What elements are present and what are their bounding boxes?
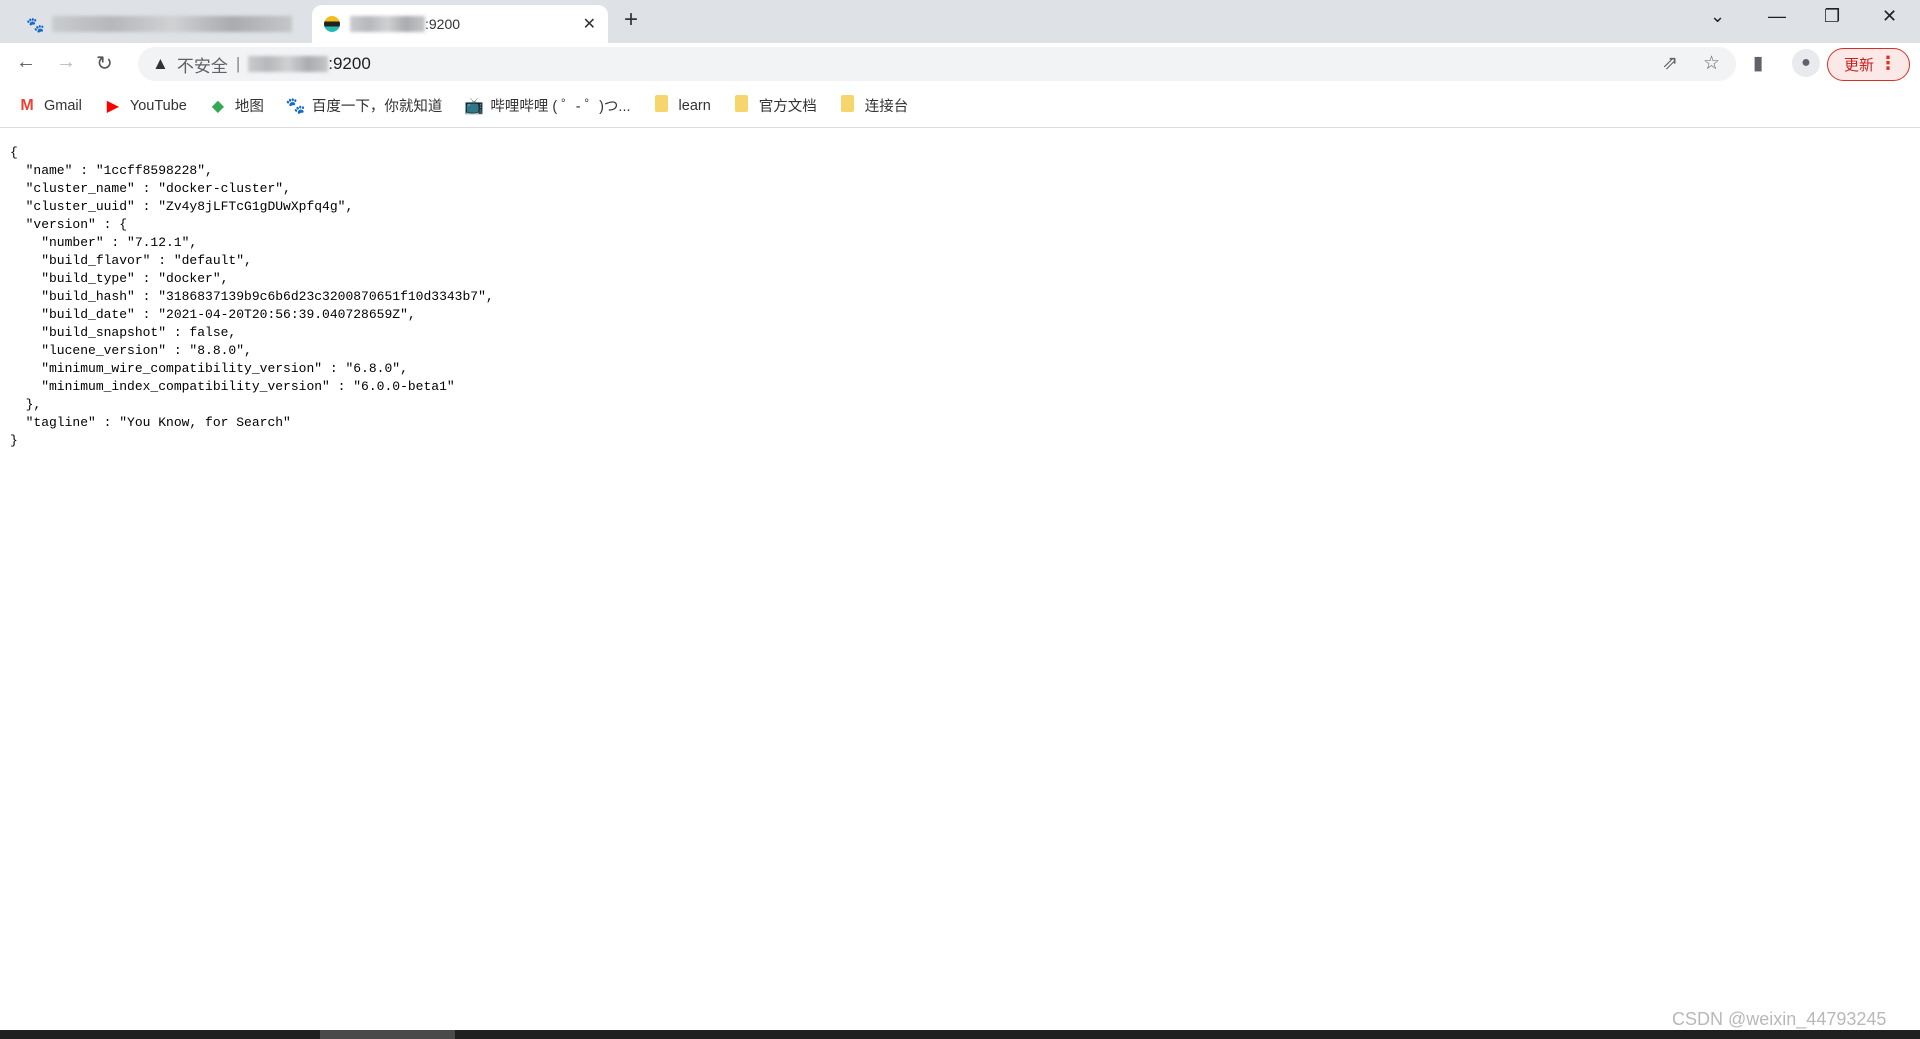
elastic-icon: [324, 16, 340, 32]
tab-elasticsearch[interactable]: :9200 ✕: [312, 5, 608, 43]
bookmark-youtube[interactable]: ▶ YouTube: [104, 96, 187, 116]
bookmark-label: 哔哩哔哩 ( ゜- ゜)つ...: [490, 99, 631, 115]
tab-baidu[interactable]: 🐾: [10, 5, 300, 43]
bookmark-learn[interactable]: learn: [653, 94, 711, 117]
warning-icon[interactable]: ▲: [152, 54, 169, 74]
bookmark-gmail[interactable]: M Gmail: [18, 97, 82, 115]
minimize-icon[interactable]: —: [1768, 6, 1786, 27]
bookmark-label: 百度一下，你就知道: [311, 99, 443, 115]
baidu-paw-icon: 🐾: [26, 17, 45, 34]
side-panel-icon[interactable]: ▮: [1753, 52, 1763, 75]
taskbar: [0, 1030, 1920, 1039]
share-icon[interactable]: ⇗: [1662, 52, 1678, 75]
profile-avatar-icon[interactable]: ●: [1792, 49, 1820, 77]
folder-icon: [733, 94, 751, 117]
gmail-icon: M: [20, 96, 34, 114]
close-window-icon[interactable]: ✕: [1882, 6, 1897, 27]
back-icon[interactable]: ←: [16, 51, 36, 74]
bilibili-icon: 📺: [464, 97, 485, 115]
bookmark-label: 地图: [234, 99, 264, 115]
url-blurred: [248, 56, 329, 72]
taskbar-item[interactable]: [320, 1030, 455, 1039]
bookmark-label: Gmail: [44, 97, 82, 114]
watermark: CSDN @weixin_44793245: [1672, 1009, 1887, 1029]
more-menu-icon[interactable]: ⋮: [1879, 53, 1897, 74]
update-label: 更新: [1844, 57, 1875, 74]
bookmark-console[interactable]: 连接台: [839, 94, 909, 117]
tab-title-blurred: [52, 16, 292, 32]
security-label: 不安全: [176, 56, 228, 76]
tab-search-chevron-icon[interactable]: ⌄: [1710, 6, 1725, 27]
bookmark-label: YouTube: [129, 97, 187, 114]
tab-strip: 🐾 :9200 ✕ + ⌄ — ❐ ✕: [0, 0, 1920, 43]
bookmarks-bar: M Gmail ▶ YouTube ◆ 地图 🐾 百度一下，你就知道 📺 哔哩哔哩 ( ゜…: [0, 84, 1920, 128]
update-button[interactable]: 更新 ⋮: [1827, 48, 1910, 81]
maps-icon: ◆: [211, 97, 225, 115]
bookmark-label: learn: [678, 97, 711, 114]
new-tab-icon[interactable]: +: [624, 6, 638, 34]
folder-icon: [839, 94, 857, 117]
close-tab-icon[interactable]: ✕: [583, 14, 596, 34]
tab-title: :9200: [425, 16, 461, 32]
address-bar[interactable]: ▲ 不安全 | :9200: [138, 47, 1736, 81]
bookmark-bilibili[interactable]: 📺 哔哩哔哩 ( ゜- ゜)つ...: [464, 95, 630, 116]
divider: |: [235, 54, 241, 73]
reload-icon[interactable]: ↻: [96, 51, 113, 76]
bookmark-star-icon[interactable]: ☆: [1703, 52, 1720, 75]
url-text: :9200: [328, 54, 371, 73]
tab-title-blurred: [350, 16, 425, 32]
json-response: { "name" : "1ccff8598228", "cluster_name…: [10, 145, 494, 448]
forward-icon[interactable]: →: [56, 51, 76, 74]
baidu-paw-icon: 🐾: [285, 97, 306, 115]
restore-icon[interactable]: ❐: [1824, 6, 1840, 27]
bookmark-baidu[interactable]: 🐾 百度一下，你就知道: [286, 95, 443, 116]
toolbar: ← → ↻ ▲ 不安全 | :9200 ⇗ ☆ ▮ ● 更新 ⋮: [0, 43, 1920, 84]
bookmark-label: 官方文档: [758, 99, 817, 115]
bookmark-official-docs[interactable]: 官方文档: [733, 94, 817, 117]
folder-icon: [653, 94, 671, 117]
bookmark-label: 连接台: [864, 99, 909, 115]
bookmark-maps[interactable]: ◆ 地图: [209, 95, 264, 116]
youtube-icon: ▶: [106, 97, 120, 115]
